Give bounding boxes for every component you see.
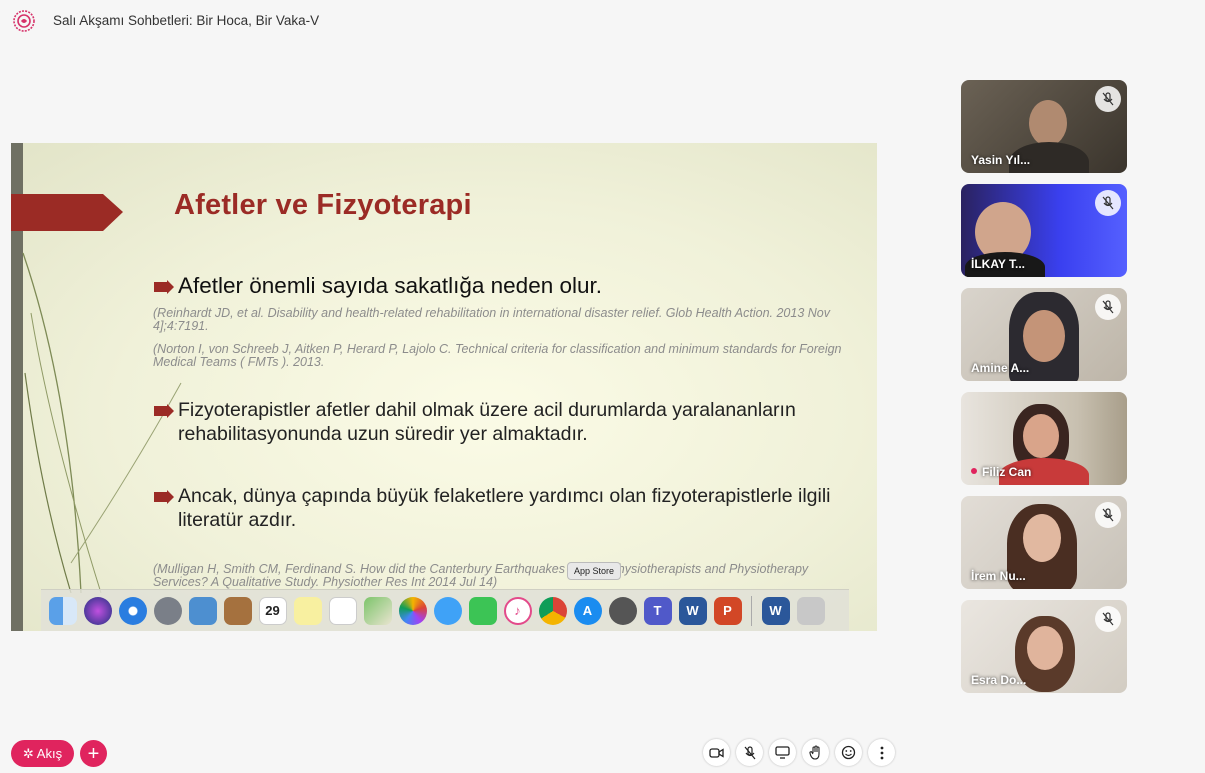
participant-name: Filiz Can (982, 465, 1032, 479)
safari-icon (118, 596, 147, 625)
bullet-arrow-icon (154, 490, 174, 504)
screen-share-button[interactable] (769, 739, 796, 766)
participant-tile[interactable]: İrem Nu... (961, 496, 1127, 589)
maps-icon (363, 596, 392, 625)
mic-muted-icon (1095, 502, 1121, 528)
add-button[interactable]: + (80, 740, 107, 767)
participant-tile[interactable]: Yasin Yıl... (961, 80, 1127, 173)
slide-reference-1: (Reinhardt JD, et al. Disability and hea… (153, 306, 830, 333)
slide-bullet-1: Afetler önemli sayıda sakatlığa neden ol… (154, 273, 602, 299)
participant-tile[interactable]: İLKAY T... (961, 184, 1127, 277)
participant-name: İrem Nu... (971, 569, 1026, 583)
participant-list: Yasin Yıl... İLKAY T... Amine A... Filiz… (961, 80, 1127, 704)
akis-label: Akış (36, 746, 63, 761)
more-vertical-icon (880, 746, 883, 759)
dock-tooltip: App Store (567, 562, 622, 580)
slide-title-flag (11, 194, 123, 231)
emoji-icon (841, 745, 856, 760)
mic-muted-icon (1095, 606, 1121, 632)
participant-tile[interactable]: Amine A... (961, 288, 1127, 381)
participant-face (1023, 514, 1061, 562)
participant-face (1023, 310, 1065, 362)
title-bar: Salı Akşamı Sohbetleri: Bir Hoca, Bir Va… (0, 0, 1205, 44)
word-doc-icon: W (761, 596, 790, 625)
participant-face (1023, 414, 1059, 458)
slide-reference-3: (Mulligan H, Smith CM, Ferdinand S. How … (153, 562, 809, 589)
participant-name: İLKAY T... (971, 257, 1026, 271)
participant-name: Yasin Yıl... (971, 153, 1031, 167)
app-store-icon: A (573, 596, 602, 625)
siri-icon (83, 596, 112, 625)
participant-name: Amine A... (971, 361, 1030, 375)
participant-tile[interactable]: Esra Do... (961, 600, 1127, 693)
slide-bullet-text: Ancak, dünya çapında büyük felaketlere y… (178, 485, 831, 531)
camera-toggle-button[interactable] (703, 739, 730, 766)
sparkle-icon: ✲ (22, 745, 34, 761)
slide-reference-2: (Norton I, von Schreeb J, Aitken P, Hera… (153, 342, 842, 369)
participant-face (1027, 626, 1063, 670)
camera-icon (709, 747, 724, 758)
app-logo-icon (13, 10, 35, 32)
notes-icon (293, 596, 322, 625)
akis-button[interactable]: ✲ Akış (11, 740, 74, 767)
screen-share-icon (775, 746, 790, 759)
shared-screen: Afetler ve Fizyoterapi Afetler önemli sa… (11, 143, 877, 631)
trash-icon (796, 596, 825, 625)
reminders-icon (328, 596, 357, 625)
word-icon: W (678, 596, 707, 625)
bullet-arrow-icon (154, 404, 174, 418)
slide-bullet-text: Fizyoterapistler afetler dahil olmak üze… (178, 399, 796, 445)
raise-hand-button[interactable] (802, 739, 829, 766)
contacts-icon (223, 596, 252, 625)
slide-bullet-2: Fizyoterapistler afetler dahil olmak üze… (154, 398, 854, 446)
meeting-title: Salı Akşamı Sohbetleri: Bir Hoca, Bir Va… (53, 13, 320, 28)
chrome-icon (538, 596, 567, 625)
participant-video (1029, 100, 1067, 146)
participant-tile[interactable]: Filiz Can (961, 392, 1127, 485)
mic-muted-icon (744, 745, 755, 759)
teams-icon: T (643, 596, 672, 625)
calendar-icon: 29 (258, 596, 287, 625)
messages-icon (433, 596, 462, 625)
slide-title: Afetler ve Fizyoterapi (174, 189, 472, 221)
more-options-button[interactable] (868, 739, 895, 766)
finder-icon (48, 596, 77, 625)
system-preferences-icon (608, 596, 637, 625)
photos-icon (398, 596, 427, 625)
bullet-arrow-icon (154, 280, 174, 294)
mic-muted-icon (1095, 190, 1121, 216)
speaking-indicator (971, 468, 977, 474)
participant-name: Esra Do... (971, 673, 1027, 687)
dock-separator (751, 595, 752, 626)
facetime-icon (468, 596, 497, 625)
call-controls (703, 739, 895, 766)
mic-muted-icon (1095, 86, 1121, 112)
calendar-day: 29 (265, 603, 280, 618)
powerpoint-icon: P (713, 596, 742, 625)
mic-muted-icon (1095, 294, 1121, 320)
itunes-icon: ♪ (503, 596, 532, 625)
presentation-slide: Afetler ve Fizyoterapi Afetler önemli sa… (11, 143, 877, 631)
hand-icon (808, 745, 820, 760)
slide-bullet-text: Afetler önemli sayıda sakatlığa neden ol… (178, 273, 603, 298)
launchpad-icon (153, 596, 182, 625)
mac-dock: 29 ♪ A T W P W (41, 589, 849, 631)
preview-icon (188, 596, 217, 625)
slide-bullet-3: Ancak, dünya çapında büyük felaketlere y… (154, 484, 854, 532)
reactions-button[interactable] (835, 739, 862, 766)
mic-toggle-button[interactable] (736, 739, 763, 766)
